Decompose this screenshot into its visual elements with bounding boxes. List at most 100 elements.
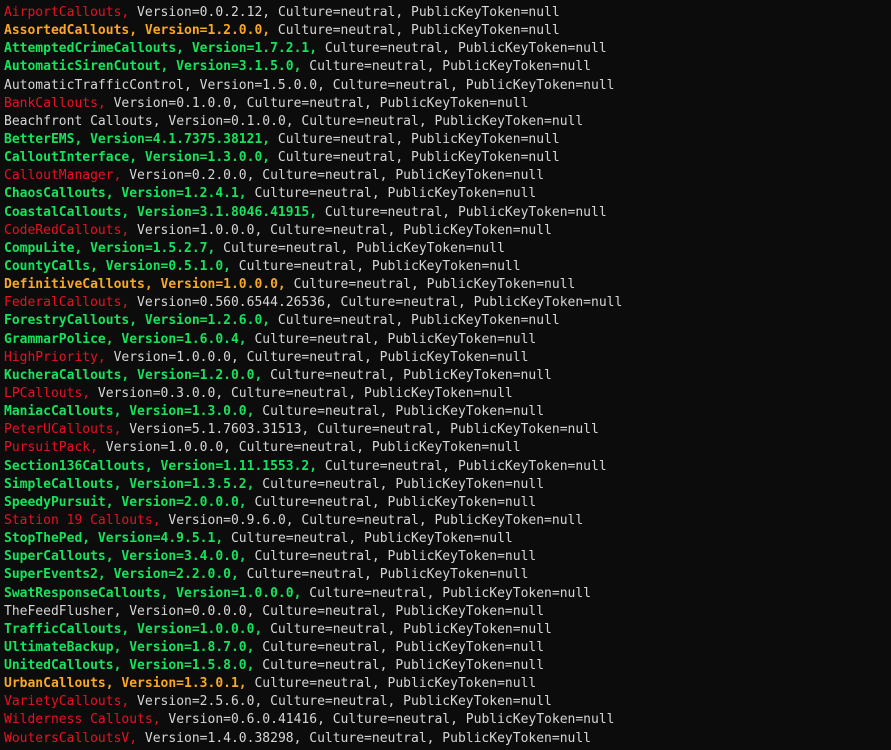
plugin-name: PeterUCallouts,	[4, 422, 122, 438]
console-line: PeterUCallouts, Version=5.1.7603.31513, …	[4, 421, 889, 439]
console-line: UnitedCallouts, Version=1.5.8.0, Culture…	[4, 657, 889, 675]
plugin-name: WoutersCalloutsV,	[4, 730, 138, 746]
plugin-name: BetterEMS, Version=4.1.7375.38121,	[4, 131, 271, 147]
plugin-name: PursuitPack,	[4, 440, 98, 456]
plugin-info: Culture=neutral, PublicKeyToken=null	[246, 676, 537, 692]
plugin-name: CoastalCallouts, Version=3.1.8046.41915,	[4, 204, 318, 220]
console-line: HighPriority, Version=1.0.0.0, Culture=n…	[4, 349, 889, 367]
console-line: UltimateBackup, Version=1.8.7.0, Culture…	[4, 639, 889, 657]
plugin-info: Culture=neutral, PublicKeyToken=null	[254, 404, 545, 420]
console-line: Section136Callouts, Version=1.11.1553.2,…	[4, 458, 889, 476]
plugin-info: Version=1.0.0.0, Culture=neutral, Public…	[105, 349, 529, 365]
plugin-info: Culture=neutral, PublicKeyToken=null	[270, 131, 560, 147]
plugin-info: Version=5.1.7603.31513, Culture=neutral,…	[121, 422, 599, 438]
plugin-name: CompuLite, Version=1.5.2.7,	[4, 240, 216, 256]
console-line: AutomaticSirenCutout, Version=3.1.5.0, C…	[4, 58, 889, 76]
plugin-name: CalloutManager,	[4, 168, 122, 184]
console-line: ChaosCallouts, Version=1.2.4.1, Culture=…	[4, 185, 889, 203]
console-line: FederalCallouts, Version=0.560.6544.2653…	[4, 294, 889, 312]
console-line: VarietyCallouts, Version=2.5.6.0, Cultur…	[4, 693, 889, 711]
plugin-name: AutomaticSirenCutout, Version=3.1.5.0,	[4, 59, 302, 75]
plugin-name: ChaosCallouts, Version=1.2.4.1,	[4, 186, 247, 202]
console-line: CalloutInterface, Version=1.3.0.0, Cultu…	[4, 149, 889, 167]
plugin-name: CountyCalls, Version=0.5.1.0,	[4, 258, 231, 274]
plugin-info: Version=0.560.6544.26536, Culture=neutra…	[129, 295, 623, 311]
console-line: PursuitPack, Version=1.0.0.0, Culture=ne…	[4, 439, 889, 457]
plugin-name: TrafficCallouts, Version=1.0.0.0,	[4, 621, 263, 637]
console-line: TheFeedFlusher, Version=0.0.0.0, Culture…	[4, 603, 889, 621]
console-line: CodeRedCallouts, Version=1.0.0.0, Cultur…	[4, 222, 889, 240]
plugin-name: CalloutInterface, Version=1.3.0.0,	[4, 150, 271, 166]
console-output: AirportCallouts, Version=0.0.2.12, Cultu…	[4, 4, 889, 748]
plugin-name: UnitedCallouts, Version=1.5.8.0,	[4, 658, 255, 674]
plugin-info: Version=1.0.0.0, Culture=neutral, Public…	[97, 440, 521, 456]
plugin-name: HighPriority,	[4, 349, 106, 365]
plugin-info: Culture=neutral, PublicKeyToken=null	[246, 331, 537, 347]
console-line: AssortedCallouts, Version=1.2.0.0, Cultu…	[4, 22, 889, 40]
plugin-name: LPCallouts,	[4, 385, 91, 401]
plugin-name: SwatResponseCallouts, Version=1.0.0.0,	[4, 585, 302, 601]
plugin-info: Culture=neutral, PublicKeyToken=null	[246, 549, 537, 565]
plugin-info: Version=0.3.0.0, Culture=neutral, Public…	[90, 385, 513, 401]
console-line: DefinitiveCallouts, Version=1.0.0.0, Cul…	[4, 276, 889, 294]
plugin-name: Station 19 Callouts,	[4, 512, 161, 528]
plugin-info: Version=0.0.0.0, Culture=neutral, Public…	[121, 603, 545, 619]
plugin-info: Culture=neutral, PublicKeyToken=null	[270, 23, 560, 39]
plugin-info: Version=0.9.6.0, Culture=neutral, Public…	[160, 512, 584, 528]
console-line: BetterEMS, Version=4.1.7375.38121, Cultu…	[4, 131, 889, 149]
console-line: CoastalCallouts, Version=3.1.8046.41915,…	[4, 204, 889, 222]
plugin-name: CodeRedCallouts,	[4, 222, 130, 238]
plugin-info: Version=0.1.0.0, Culture=neutral, Public…	[105, 95, 529, 111]
plugin-info: Culture=neutral, PublicKeyToken=null	[317, 41, 607, 57]
console-line: AttemptedCrimeCallouts, Version=1.7.2.1,…	[4, 40, 889, 58]
plugin-name: StopThePed, Version=4.9.5.1,	[4, 531, 224, 547]
plugin-name: SimpleCallouts, Version=1.3.5.2,	[4, 476, 255, 492]
console-line: WoutersCalloutsV, Version=1.4.0.38298, C…	[4, 730, 889, 748]
plugin-name: AttemptedCrimeCallouts, Version=1.7.2.1,	[4, 41, 318, 57]
console-line: Station 19 Callouts, Version=0.9.6.0, Cu…	[4, 512, 889, 530]
plugin-info: Version=1.0.0.0, Culture=neutral, Public…	[129, 222, 552, 238]
console-line: AutomaticTrafficControl, Version=1.5.0.0…	[4, 77, 889, 95]
console-line: Wilderness Callouts, Version=0.6.0.41416…	[4, 711, 889, 729]
plugin-info: Culture=neutral, PublicKeyToken=null	[262, 367, 552, 383]
plugin-name: Section136Callouts, Version=1.11.1553.2,	[4, 458, 318, 474]
plugin-name: AutomaticTrafficControl,	[4, 77, 192, 93]
plugin-name: Wilderness Callouts,	[4, 712, 161, 728]
console-line: SimpleCallouts, Version=1.3.5.2, Culture…	[4, 476, 889, 494]
plugin-name: Beachfront Callouts,	[4, 113, 161, 129]
plugin-info: Culture=neutral, PublicKeyToken=null	[230, 258, 521, 274]
plugin-info: Culture=neutral, PublicKeyToken=null	[254, 639, 545, 655]
console-line: CalloutManager, Version=0.2.0.0, Culture…	[4, 167, 889, 185]
plugin-info: Version=0.0.2.12, Culture=neutral, Publi…	[129, 5, 560, 20]
plugin-name: KucheraCallouts, Version=1.2.0.0,	[4, 367, 263, 383]
plugin-name: DefinitiveCallouts, Version=1.0.0.0,	[4, 277, 286, 293]
plugin-info: Culture=neutral, PublicKeyToken=null	[270, 150, 560, 166]
plugin-info: Culture=neutral, PublicKeyToken=null	[301, 585, 592, 601]
console-line: UrbanCallouts, Version=1.3.0.1, Culture=…	[4, 675, 889, 693]
plugin-info: Culture=neutral, PublicKeyToken=null	[215, 240, 505, 256]
console-line: BankCallouts, Version=0.1.0.0, Culture=n…	[4, 95, 889, 113]
plugin-info: Culture=neutral, PublicKeyToken=null	[238, 567, 529, 583]
plugin-info: Culture=neutral, PublicKeyToken=null	[270, 313, 560, 329]
plugin-info: Culture=neutral, PublicKeyToken=null	[317, 458, 607, 474]
plugin-name: VarietyCallouts,	[4, 694, 130, 710]
console-line: TrafficCallouts, Version=1.0.0.0, Cultur…	[4, 621, 889, 639]
plugin-info: Version=0.6.0.41416, Culture=neutral, Pu…	[160, 712, 615, 728]
plugin-info: Version=0.2.0.0, Culture=neutral, Public…	[121, 168, 545, 184]
console-line: ManiacCallouts, Version=1.3.0.0, Culture…	[4, 403, 889, 421]
plugin-info: Culture=neutral, PublicKeyToken=null	[246, 186, 537, 202]
plugin-info: Version=1.4.0.38298, Culture=neutral, Pu…	[137, 730, 592, 746]
plugin-info: Culture=neutral, PublicKeyToken=null	[301, 59, 592, 75]
plugin-info: Version=0.1.0.0, Culture=neutral, Public…	[160, 113, 584, 129]
console-line: KucheraCallouts, Version=1.2.0.0, Cultur…	[4, 367, 889, 385]
console-line: SuperCallouts, Version=3.4.0.0, Culture=…	[4, 548, 889, 566]
plugin-info: Culture=neutral, PublicKeyToken=null	[285, 277, 576, 293]
plugin-name: GrammarPolice, Version=1.6.0.4,	[4, 331, 247, 347]
console-line: LPCallouts, Version=0.3.0.0, Culture=neu…	[4, 385, 889, 403]
console-line: GrammarPolice, Version=1.6.0.4, Culture=…	[4, 331, 889, 349]
console-line: Beachfront Callouts, Version=0.1.0.0, Cu…	[4, 113, 889, 131]
plugin-info: Culture=neutral, PublicKeyToken=null	[254, 476, 545, 492]
console-line: SuperEvents2, Version=2.2.0.0, Culture=n…	[4, 566, 889, 584]
plugin-info: Culture=neutral, PublicKeyToken=null	[317, 204, 607, 220]
plugin-name: ForestryCallouts, Version=1.2.6.0,	[4, 313, 271, 329]
